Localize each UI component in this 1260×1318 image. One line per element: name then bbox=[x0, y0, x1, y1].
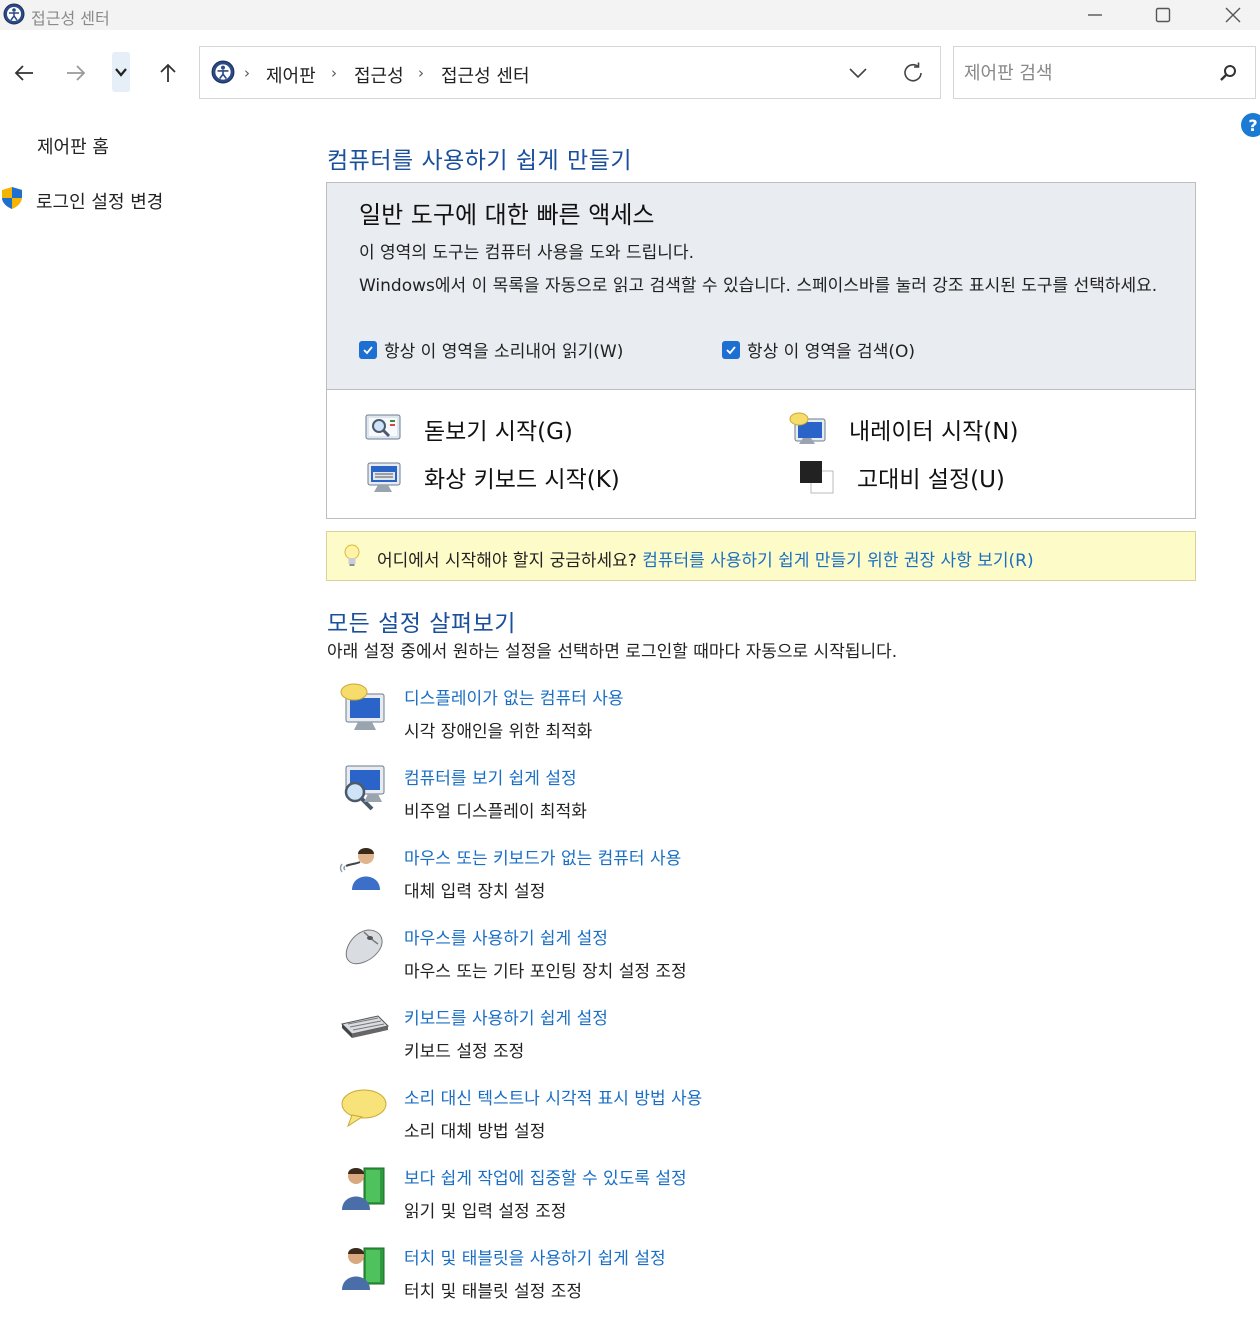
checkbox-checked-icon[interactable] bbox=[359, 340, 377, 359]
high-contrast-icon bbox=[800, 461, 834, 494]
magnifier-icon bbox=[365, 414, 401, 440]
maximize-button[interactable] bbox=[1128, 0, 1198, 30]
quick-access-scan-description: Windows에서 이 목록을 자동으로 읽고 검색할 수 있습니다. 스페이스… bbox=[359, 276, 1158, 296]
setting-touch-tablet[interactable]: 터치 및 태블릿을 사용하기 쉽게 설정 터치 및 태블릿 설정 조정 bbox=[338, 1242, 1038, 1304]
arrow-right-icon bbox=[67, 65, 86, 81]
quick-access-title: 일반 도구에 대한 빠른 액세스 bbox=[359, 201, 655, 229]
user-book-icon bbox=[342, 1247, 385, 1290]
search-box[interactable] bbox=[953, 46, 1256, 99]
setting-description: 터치 및 태블릿 설정 조정 bbox=[404, 1282, 583, 1302]
close-button[interactable] bbox=[1198, 0, 1260, 30]
tool-high-contrast-label: 고대비 설정(U) bbox=[857, 467, 1005, 493]
setting-description: 읽기 및 입력 설정 조정 bbox=[404, 1202, 567, 1222]
narrator-monitor-icon bbox=[340, 683, 385, 730]
breadcrumb-separator: › bbox=[418, 64, 424, 82]
tool-on-screen-keyboard-label: 화상 키보드 시작(K) bbox=[424, 467, 620, 493]
speech-bubble-icon bbox=[341, 1089, 387, 1128]
minimize-icon bbox=[1088, 14, 1102, 16]
uac-shield-icon bbox=[2, 187, 22, 209]
control-panel-icon bbox=[211, 60, 235, 84]
breadcrumb-accessibility[interactable]: 접근성 bbox=[354, 62, 404, 88]
help-button[interactable]: ? bbox=[1241, 113, 1260, 137]
narrator-icon bbox=[789, 412, 826, 444]
setting-mouse-easier[interactable]: 마우스를 사용하기 쉽게 설정 마우스 또는 기타 포인팅 장치 설정 조정 bbox=[338, 922, 1038, 984]
search-icon[interactable] bbox=[1217, 62, 1239, 84]
breadcrumb-control-panel[interactable]: 제어판 bbox=[266, 62, 316, 88]
refresh-icon[interactable] bbox=[900, 60, 926, 86]
recommendation-tip: 어디에서 시작해야 할지 궁금하세요? 컴퓨터를 사용하기 쉽게 만들기 위한 … bbox=[326, 531, 1196, 581]
lightbulb-icon bbox=[344, 544, 360, 566]
checkbox-checked-icon[interactable] bbox=[722, 340, 740, 359]
mouse-icon bbox=[345, 929, 383, 965]
up-button[interactable] bbox=[155, 58, 181, 88]
all-settings-heading: 모든 설정 살펴보기 bbox=[327, 611, 516, 637]
setting-link[interactable]: 보다 쉽게 작업에 집중할 수 있도록 설정 bbox=[404, 1164, 687, 1189]
chevron-down-icon bbox=[115, 68, 127, 77]
checkbox-scan[interactable]: 항상 이 영역을 검색(O) bbox=[722, 337, 915, 362]
setting-description: 비주얼 디스플레이 최적화 bbox=[404, 802, 587, 822]
recommendations-link[interactable]: 컴퓨터를 사용하기 쉽게 만들기 위한 권장 사항 보기(R) bbox=[642, 551, 1033, 571]
quick-access-header: 일반 도구에 대한 빠른 액세스 이 영역의 도구는 컴퓨터 사용을 도와 드립… bbox=[327, 183, 1195, 390]
quick-access-description: 이 영역의 도구는 컴퓨터 사용을 도와 드립니다. bbox=[359, 243, 694, 263]
window-title: 접근성 센터 bbox=[31, 9, 110, 28]
close-icon bbox=[1225, 7, 1241, 23]
breadcrumb-ease-of-access-center[interactable]: 접근성 센터 bbox=[441, 62, 530, 88]
control-panel-icon bbox=[3, 3, 25, 25]
maximize-icon bbox=[1155, 7, 1171, 23]
breadcrumb-separator: › bbox=[331, 64, 337, 82]
tip-question: 어디에서 시작해야 할지 궁금하세요? bbox=[377, 551, 637, 571]
speech-user-icon bbox=[339, 848, 380, 890]
minimize-button[interactable] bbox=[1060, 0, 1130, 30]
tool-magnifier-label: 돋보기 시작(G) bbox=[424, 419, 573, 445]
sidebar-control-panel-home[interactable]: 제어판 홈 bbox=[37, 133, 109, 159]
setting-easier-to-see[interactable]: 컴퓨터를 보기 쉽게 설정 비주얼 디스플레이 최적화 bbox=[338, 762, 1038, 824]
address-dropdown-icon[interactable] bbox=[846, 61, 870, 85]
setting-link[interactable]: 컴퓨터를 보기 쉽게 설정 bbox=[404, 764, 577, 789]
user-book-icon bbox=[342, 1167, 385, 1210]
setting-link[interactable]: 마우스 또는 키보드가 없는 컴퓨터 사용 bbox=[404, 844, 681, 869]
setting-link[interactable]: 터치 및 태블릿을 사용하기 쉽게 설정 bbox=[404, 1244, 666, 1269]
checkbox-scan-label: 항상 이 영역을 검색(O) bbox=[747, 342, 915, 362]
setting-focus-on-tasks[interactable]: 보다 쉽게 작업에 집중할 수 있도록 설정 읽기 및 입력 설정 조정 bbox=[338, 1162, 1038, 1224]
setting-link[interactable]: 키보드를 사용하기 쉽게 설정 bbox=[404, 1004, 608, 1029]
setting-text-visual-alternatives[interactable]: 소리 대신 텍스트나 시각적 표시 방법 사용 소리 대체 방법 설정 bbox=[338, 1082, 1038, 1144]
forward-button[interactable] bbox=[63, 58, 89, 88]
setting-link[interactable]: 디스플레이가 없는 컴퓨터 사용 bbox=[404, 684, 624, 709]
back-button[interactable] bbox=[11, 58, 37, 88]
title-bar: 접근성 센터 bbox=[0, 0, 1260, 30]
sidebar-change-signin-settings[interactable]: 로그인 설정 변경 bbox=[36, 188, 163, 214]
setting-description: 마우스 또는 기타 포인팅 장치 설정 조정 bbox=[404, 962, 687, 982]
setting-link[interactable]: 마우스를 사용하기 쉽게 설정 bbox=[404, 924, 608, 949]
checkbox-read-aloud[interactable]: 항상 이 영역을 소리내어 읽기(W) bbox=[359, 337, 623, 362]
tool-magnifier[interactable]: 돋보기 시작(G) bbox=[364, 411, 573, 447]
page-heading: 컴퓨터를 사용하기 쉽게 만들기 bbox=[327, 148, 633, 174]
tool-narrator[interactable]: 내레이터 시작(N) bbox=[789, 411, 1018, 447]
search-input[interactable] bbox=[964, 59, 1204, 87]
setting-link[interactable]: 소리 대신 텍스트나 시각적 표시 방법 사용 bbox=[404, 1084, 702, 1109]
all-settings-subtitle: 아래 설정 중에서 원하는 설정을 선택하면 로그인할 때마다 자동으로 시작됩… bbox=[327, 642, 898, 662]
checkbox-read-aloud-label: 항상 이 영역을 소리내어 읽기(W) bbox=[384, 342, 624, 362]
setting-description: 대체 입력 장치 설정 bbox=[404, 882, 546, 902]
tool-narrator-label: 내레이터 시작(N) bbox=[849, 419, 1019, 445]
breadcrumb-separator: › bbox=[244, 64, 250, 82]
quick-access-panel: 일반 도구에 대한 빠른 액세스 이 영역의 도구는 컴퓨터 사용을 도와 드립… bbox=[326, 182, 1196, 519]
tool-on-screen-keyboard[interactable]: 화상 키보드 시작(K) bbox=[364, 459, 620, 495]
recent-locations-button[interactable] bbox=[112, 52, 130, 92]
setting-without-display[interactable]: 디스플레이가 없는 컴퓨터 사용 시각 장애인을 위한 최적화 bbox=[338, 682, 1038, 744]
setting-description: 소리 대체 방법 설정 bbox=[404, 1122, 546, 1142]
arrow-left-icon bbox=[14, 65, 33, 81]
keyboard-icon bbox=[341, 1015, 389, 1038]
magnifier-monitor-icon bbox=[344, 765, 385, 811]
arrow-up-icon bbox=[160, 63, 176, 82]
setting-keyboard-easier[interactable]: 키보드를 사용하기 쉽게 설정 키보드 설정 조정 bbox=[338, 1002, 1038, 1064]
tool-high-contrast[interactable]: 고대비 설정(U) bbox=[797, 459, 1005, 495]
setting-without-mouse-keyboard[interactable]: 마우스 또는 키보드가 없는 컴퓨터 사용 대체 입력 장치 설정 bbox=[338, 842, 1038, 904]
address-bar[interactable]: › 제어판 › 접근성 › 접근성 센터 bbox=[199, 46, 941, 99]
tip-text: 어디에서 시작해야 할지 궁금하세요? 컴퓨터를 사용하기 쉽게 만들기 위한 … bbox=[377, 546, 1034, 571]
setting-description: 시각 장애인을 위한 최적화 bbox=[404, 722, 593, 742]
on-screen-keyboard-icon bbox=[367, 462, 401, 492]
setting-description: 키보드 설정 조정 bbox=[404, 1042, 525, 1062]
